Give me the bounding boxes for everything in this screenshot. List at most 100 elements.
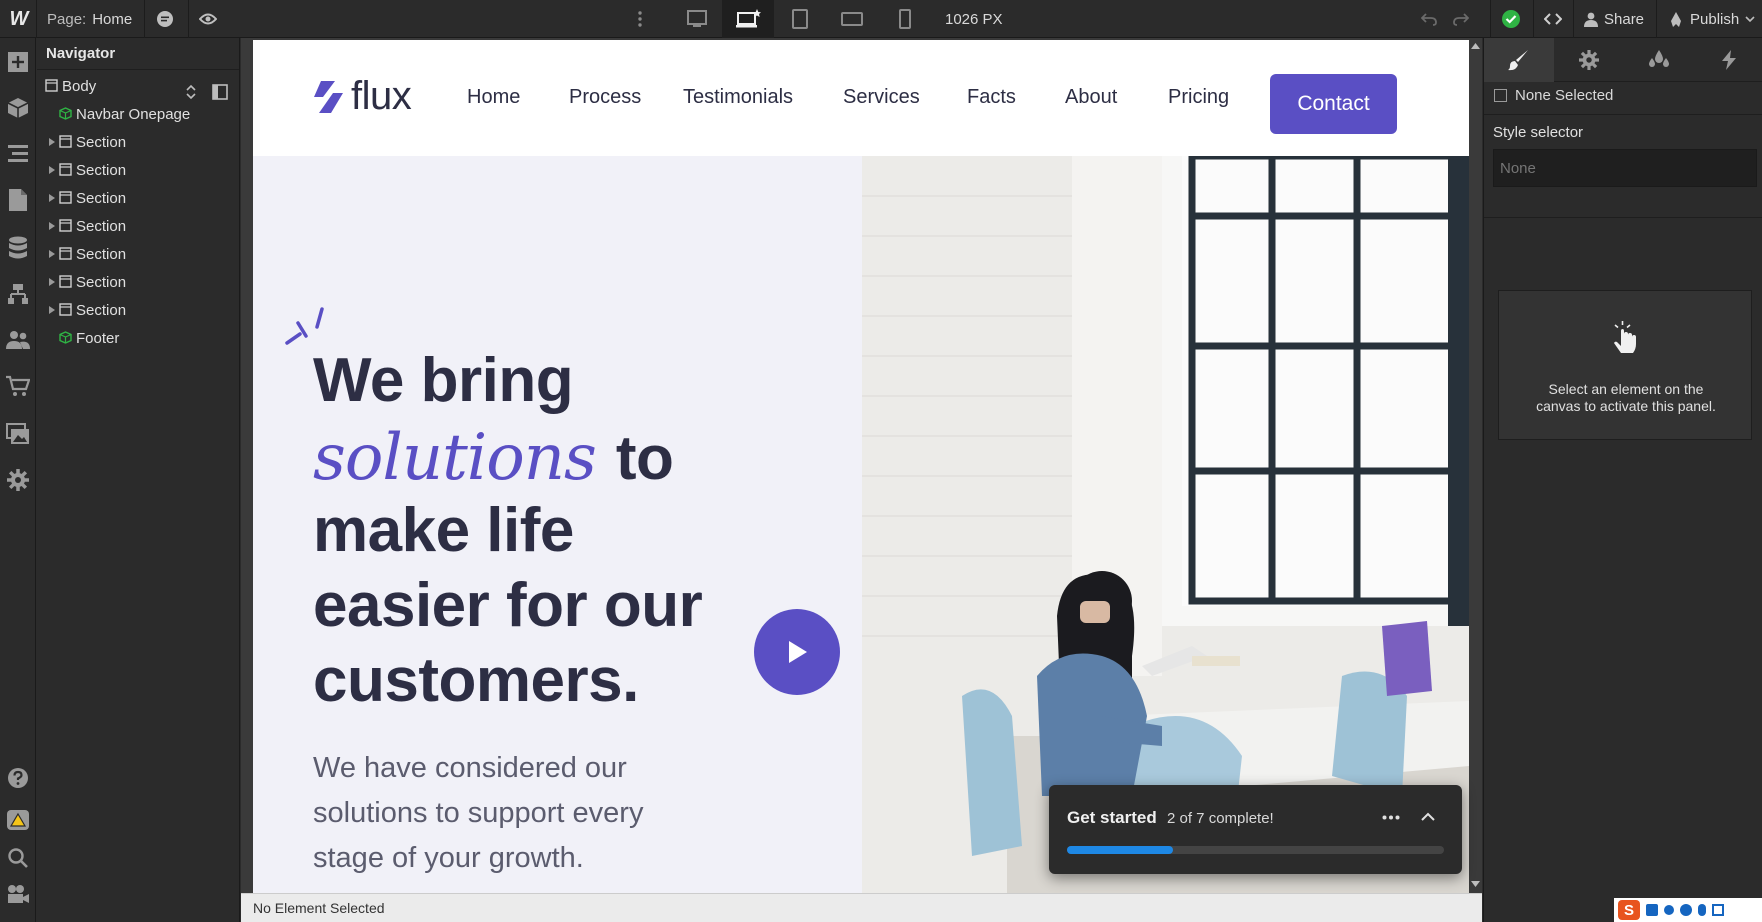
brand-name: flux [351,74,412,118]
logic-flow-icon[interactable] [4,280,32,308]
scroll-up-icon[interactable] [1471,42,1480,49]
mobile-portrait-icon[interactable] [883,0,927,38]
site-navbar: flux Home Process Testimonials Services … [253,40,1469,156]
nav-link-testimonials[interactable]: Testimonials [683,86,793,109]
tab-interactions[interactable] [1694,38,1762,82]
hero-heading-emphasis: solutions [313,421,597,495]
expand-caret-icon[interactable] [49,194,55,202]
add-panel-icon[interactable] [4,48,32,76]
top-toolbar: W Page: Home 1026 PX Share Publish [0,0,1762,38]
symbols-cube-icon[interactable] [4,94,32,122]
search-icon[interactable] [4,844,32,872]
more-breakpoints-icon[interactable] [634,0,646,38]
nav-link-services[interactable]: Services [843,86,920,109]
nav-link-home[interactable]: Home [467,86,520,109]
navigator-item-section[interactable]: Section [37,241,237,267]
navigator-item-section[interactable]: Section [37,129,237,155]
get-started-panel[interactable]: Get started 2 of 7 complete! [1049,785,1462,874]
video-tutorials-icon[interactable] [4,880,32,908]
navigator-item-label: Body [62,77,97,95]
flux-logo[interactable]: flux [311,74,412,119]
tab-style-manager[interactable] [1624,38,1694,82]
checkbox[interactable] [1494,89,1507,102]
share-button[interactable]: Share [1584,0,1644,38]
style-selector-label: Style selector [1493,124,1584,141]
more-options-icon[interactable] [1382,815,1400,820]
comments-icon[interactable] [152,0,178,38]
code-export-icon[interactable] [1540,0,1566,38]
play-icon [789,641,807,663]
desktop-large-icon[interactable] [675,0,719,38]
redo-icon[interactable] [1450,0,1472,38]
navigator-item-section[interactable]: Section [37,269,237,295]
section-box-icon [59,163,72,176]
page-selector[interactable]: Page: Home [47,0,132,38]
section-box-icon [59,275,72,288]
undo-icon[interactable] [1418,0,1440,38]
ime-logo-icon[interactable]: S [1618,900,1640,920]
status-check-icon[interactable] [1499,0,1523,38]
expand-caret-icon[interactable] [49,138,55,146]
expand-caret-icon[interactable] [49,278,55,286]
paintbrush-icon [1508,50,1528,71]
expand-caret-icon[interactable] [49,166,55,174]
section-box-icon [59,303,72,316]
scroll-down-icon[interactable] [1471,881,1480,888]
tab-settings[interactable] [1554,38,1624,82]
user-icon [1584,12,1598,27]
lightning-icon [1722,50,1736,70]
navigator-icon[interactable] [4,140,32,168]
help-icon[interactable] [4,764,32,792]
canvas-scrollbar[interactable] [1469,38,1482,893]
expand-caret-icon[interactable] [49,306,55,314]
mobile-landscape-icon[interactable] [830,0,874,38]
ime-keyboard-icon[interactable] [1712,904,1724,916]
nav-link-facts[interactable]: Facts [967,86,1016,109]
tab-style[interactable] [1484,38,1554,82]
expand-caret-icon[interactable] [49,250,55,258]
nav-link-process[interactable]: Process [569,86,641,109]
ecommerce-cart-icon[interactable] [4,372,32,400]
desktop-base-icon[interactable] [722,0,774,38]
page-label: Page: [47,10,87,28]
chevron-up-icon[interactable] [1421,812,1435,822]
ime-lang-icon[interactable] [1646,904,1658,916]
ime-mic-icon[interactable] [1698,904,1706,916]
navigator-item-body[interactable]: Body [37,73,237,99]
settings-gear-icon[interactable] [4,466,32,494]
tablet-icon[interactable] [778,0,822,38]
hint-line-1: Select an element on the [1548,381,1704,397]
ime-punct-icon[interactable] [1664,905,1674,915]
hero-heading-line-4: easier for our [313,571,703,640]
pointer-hand-icon [1614,321,1636,353]
navigator-item-section[interactable]: Section [37,297,237,323]
style-selector-input[interactable] [1493,149,1757,187]
expand-caret-icon[interactable] [49,222,55,230]
navigator-item-section[interactable]: Section [37,185,237,211]
hero-heading-line-5: customers. [313,646,639,715]
empty-state-hint: Select an element on the canvas to activ… [1499,381,1753,415]
navigator-item-symbol[interactable]: Navbar Onepage [37,101,237,127]
cms-database-icon[interactable] [4,234,32,262]
pages-icon[interactable] [4,186,32,214]
navigator-item-section[interactable]: Section [37,157,237,183]
navigator-item-symbol[interactable]: Footer [37,325,237,351]
contact-button[interactable]: Contact [1270,74,1397,134]
hero-heading-line-3: make life [313,496,574,565]
nav-link-pricing[interactable]: Pricing [1168,86,1229,109]
section-box-icon [59,247,72,260]
preview-eye-icon[interactable] [195,0,221,38]
assets-images-icon[interactable] [4,420,32,448]
play-video-button[interactable] [754,609,840,695]
users-icon[interactable] [4,326,32,354]
webflow-logo[interactable]: W [6,0,32,38]
empty-state-card: Select an element on the canvas to activ… [1498,290,1752,440]
sparkle-decoration-icon [285,307,324,345]
ime-emoji-icon[interactable] [1680,904,1692,916]
publish-button[interactable]: Publish [1668,0,1755,38]
site-preview[interactable]: flux Home Process Testimonials Services … [253,40,1469,893]
audit-warning-icon[interactable] [4,806,32,834]
nav-link-about[interactable]: About [1065,86,1117,109]
none-selected-row[interactable]: None Selected [1494,87,1613,104]
navigator-item-section[interactable]: Section [37,213,237,239]
